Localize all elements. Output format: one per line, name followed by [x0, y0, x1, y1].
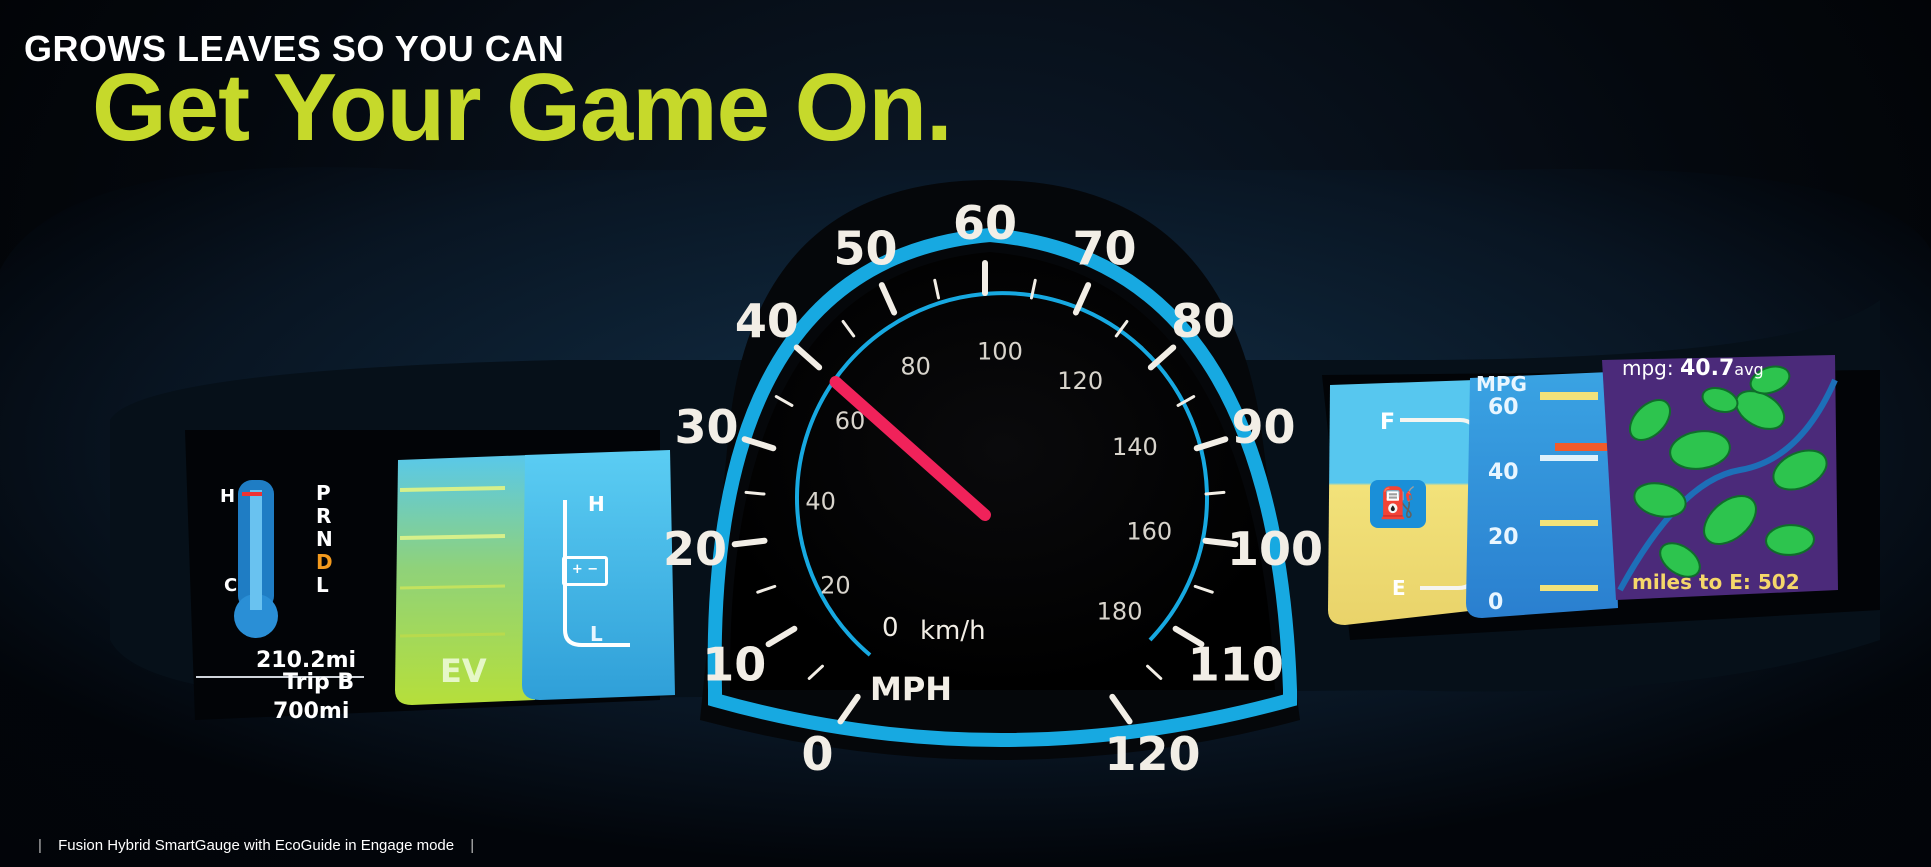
miles-to-empty: miles to E: 502	[1632, 570, 1800, 594]
gear-n: N	[316, 527, 333, 551]
mph-tick-label: 50	[833, 222, 897, 276]
kmh-unit-label: km/h	[920, 616, 986, 646]
mph-tick-label: 0	[802, 727, 834, 781]
kmh-tick-label: 140	[1112, 433, 1158, 461]
mph-tick-label: 120	[1104, 727, 1200, 781]
range-value: 700mi	[273, 699, 350, 724]
gear-selector: PRNDL	[316, 482, 333, 597]
temp-high-label: H	[220, 486, 236, 507]
mpg-tick-label: 60	[1488, 395, 1519, 420]
mph-tick-label: 80	[1171, 294, 1235, 348]
speed-tick	[1204, 490, 1226, 496]
speed-tick	[744, 490, 766, 496]
kmh-tick-label: 20	[820, 572, 851, 600]
kmh-tick-label: 40	[805, 487, 836, 515]
battery-low-label: L	[590, 622, 603, 646]
fuel-full-label: F	[1380, 410, 1396, 435]
mph-tick-label: 70	[1073, 222, 1137, 276]
miles-to-empty-value: 502	[1757, 570, 1800, 594]
mph-tick-label: 90	[1231, 400, 1295, 454]
mph-tick-label: 40	[735, 294, 799, 348]
mph-tick-label: 10	[702, 638, 766, 692]
kmh-tick-label: 120	[1057, 367, 1103, 395]
trip-label: Trip B	[283, 670, 355, 695]
mph-tick-label: 110	[1188, 638, 1284, 692]
temp-low-label: C	[224, 575, 238, 596]
battery-high-label: H	[588, 492, 605, 516]
mpg-average-suffix: avg	[1734, 360, 1764, 379]
caption-text: Fusion Hybrid SmartGauge with EcoGuide i…	[58, 837, 455, 854]
mpg-tick-label: 40	[1488, 460, 1519, 485]
mpg-average-label: mpg:	[1622, 356, 1674, 380]
mpg-average: mpg: 40.7avg	[1622, 356, 1764, 381]
speed-tick	[731, 537, 768, 548]
battery-icon: + −	[562, 556, 608, 586]
caption-separator-left: |	[38, 837, 42, 854]
ev-label: EV	[440, 652, 487, 690]
kmh-zero-label: 0	[882, 613, 899, 643]
mph-tick-label: 20	[663, 522, 727, 576]
kmh-tick-label: 80	[900, 352, 931, 380]
mph-tick-label: 100	[1227, 522, 1323, 576]
gear-l: L	[316, 573, 329, 597]
kmh-tick-label: 100	[977, 338, 1023, 366]
gear-r: R	[316, 504, 332, 528]
mpg-scale: 60 40 20 0	[1488, 395, 1519, 655]
headline: Get Your Game On.	[92, 54, 953, 161]
mph-tick-label: 30	[675, 400, 739, 454]
mpg-tick-label: 0	[1488, 590, 1504, 615]
mpg-tick-label: 20	[1488, 525, 1519, 550]
photo-caption: | Fusion Hybrid SmartGauge with EcoGuide…	[26, 837, 486, 854]
fuel-pump-icon: ⛽	[1370, 480, 1426, 528]
mph-unit-label: MPH	[870, 670, 953, 708]
kmh-tick-label: 180	[1097, 597, 1143, 625]
caption-separator-right: |	[470, 837, 475, 854]
gear-d: D	[316, 550, 333, 574]
gear-p: P	[316, 481, 331, 505]
mpg-label: MPG	[1476, 372, 1527, 396]
fuel-empty-label: E	[1392, 576, 1406, 600]
dashboard-photo: 0 10 20 30 40 50 60 70 80 90 100 110 120 20 40 60 80 100…	[0, 0, 1931, 867]
kmh-tick-label: 160	[1126, 517, 1172, 545]
mpg-average-value: 40.7	[1679, 356, 1735, 381]
miles-to-empty-label: miles to E:	[1632, 570, 1751, 594]
mph-tick-label: 60	[953, 196, 1017, 250]
